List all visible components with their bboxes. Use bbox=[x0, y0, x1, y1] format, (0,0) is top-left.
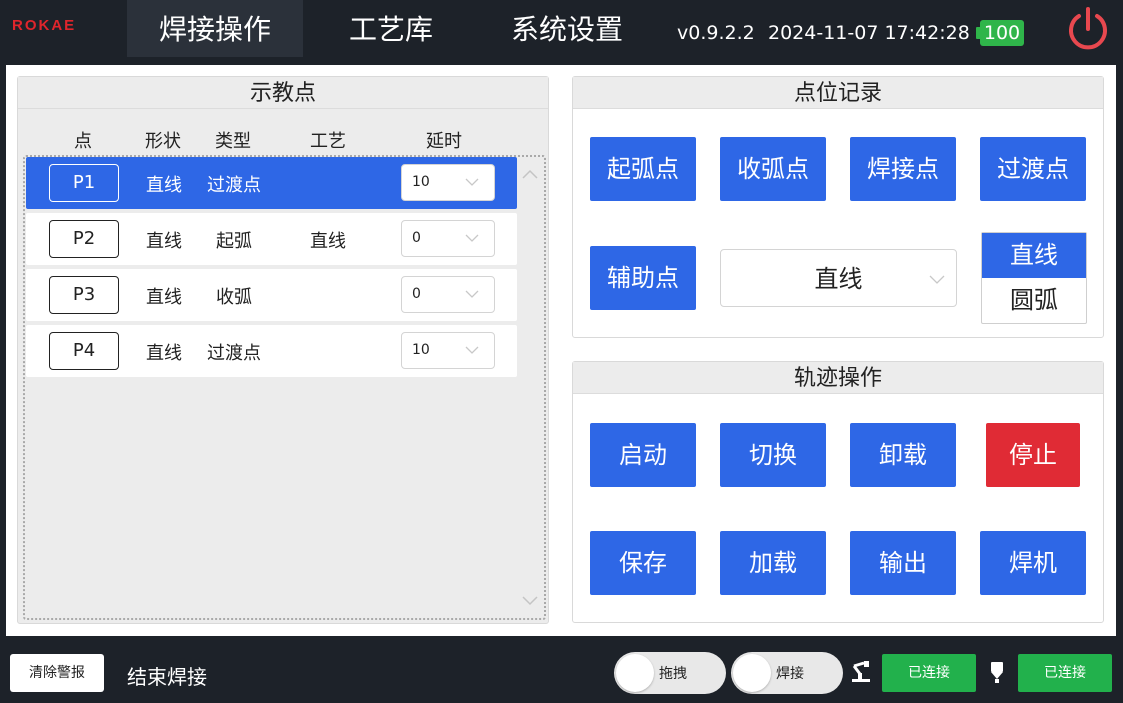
top-bar: ROKAE 焊接操作 工艺库 系统设置 v0.9.2.2 2024-11-07 … bbox=[0, 0, 1123, 57]
column-process: 工艺 bbox=[310, 131, 346, 152]
point-type: 起弧 bbox=[216, 231, 252, 252]
delay-select[interactable]: 10 bbox=[401, 332, 495, 369]
shape-select-value: 直线 bbox=[814, 265, 863, 293]
delay-value: 0 bbox=[412, 230, 421, 246]
point-type: 过渡点 bbox=[207, 343, 261, 364]
point-id: P1 bbox=[49, 164, 119, 202]
point-record-panel: 点位记录 起弧点 收弧点 焊接点 过渡点 辅助点 直线 直线 圆弧 bbox=[572, 76, 1104, 338]
teach-points-title: 示教点 bbox=[18, 77, 548, 109]
point-shape: 直线 bbox=[146, 287, 182, 308]
drag-toggle[interactable]: 拖拽 bbox=[614, 652, 726, 694]
robot-arm-icon bbox=[852, 661, 870, 682]
shape-select[interactable]: 直线 bbox=[720, 249, 957, 307]
toggle-knob bbox=[616, 654, 654, 692]
delay-value: 10 bbox=[412, 174, 430, 190]
chevron-down-icon bbox=[929, 275, 945, 284]
delay-select[interactable]: 0 bbox=[401, 220, 495, 257]
column-delay: 延时 bbox=[426, 131, 462, 152]
stop-button[interactable]: 停止 bbox=[986, 423, 1080, 487]
tab-welding-operation[interactable]: 焊接操作 bbox=[127, 0, 303, 57]
teach-points-list[interactable]: P1 直线 过渡点 10 P2 直线 起弧 直线 0 P3 直线 收弧 0 P4… bbox=[23, 155, 546, 620]
point-record-title: 点位记录 bbox=[573, 77, 1103, 109]
end-weld-label: 结束焊接 bbox=[127, 665, 207, 689]
rokae-logo: ROKAE bbox=[12, 17, 77, 34]
table-row-p4[interactable]: P4 直线 过渡点 10 bbox=[26, 325, 517, 377]
welder-connection-status[interactable]: 已连接 bbox=[1018, 654, 1112, 692]
table-row-p1[interactable]: P1 直线 过渡点 10 bbox=[26, 157, 517, 209]
point-type: 收弧 bbox=[216, 287, 252, 308]
point-shape: 直线 bbox=[146, 231, 182, 252]
column-type: 类型 bbox=[215, 131, 251, 152]
delay-select[interactable]: 10 bbox=[401, 164, 495, 201]
tab-system-settings[interactable]: 系统设置 bbox=[479, 0, 655, 57]
chevron-down-icon bbox=[465, 234, 479, 242]
switch-button[interactable]: 切换 bbox=[720, 423, 826, 487]
delay-value: 10 bbox=[412, 342, 430, 358]
scroll-down-icon[interactable] bbox=[521, 594, 539, 608]
trajectory-operation-panel: 轨迹操作 启动 切换 卸载 停止 保存 加载 输出 焊机 bbox=[572, 361, 1104, 623]
main-content: 示教点 点 形状 类型 工艺 延时 P1 直线 过渡点 10 P2 直线 起弧 bbox=[6, 65, 1116, 636]
unload-button[interactable]: 卸载 bbox=[850, 423, 956, 487]
point-shape: 直线 bbox=[146, 343, 182, 364]
point-shape: 直线 bbox=[146, 175, 182, 196]
welder-button[interactable]: 焊机 bbox=[980, 531, 1086, 595]
line-arc-toggle: 直线 圆弧 bbox=[981, 232, 1087, 324]
welder-torch-icon bbox=[991, 662, 1003, 683]
start-button[interactable]: 启动 bbox=[590, 423, 696, 487]
battery-level: 100 bbox=[980, 20, 1024, 46]
weld-point-button[interactable]: 焊接点 bbox=[850, 137, 956, 201]
drag-toggle-label: 拖拽 bbox=[659, 666, 687, 682]
export-button[interactable]: 输出 bbox=[850, 531, 956, 595]
teach-points-panel: 示教点 点 形状 类型 工艺 延时 P1 直线 过渡点 10 P2 直线 起弧 bbox=[17, 76, 549, 624]
robot-connection-status[interactable]: 已连接 bbox=[882, 654, 976, 692]
column-shape: 形状 bbox=[145, 131, 181, 152]
chevron-down-icon bbox=[465, 290, 479, 298]
load-button[interactable]: 加载 bbox=[720, 531, 826, 595]
tab-process-library[interactable]: 工艺库 bbox=[303, 0, 479, 57]
chevron-down-icon bbox=[465, 178, 479, 186]
arc-end-point-button[interactable]: 收弧点 bbox=[720, 137, 826, 201]
arc-start-point-button[interactable]: 起弧点 bbox=[590, 137, 696, 201]
trajectory-operation-title: 轨迹操作 bbox=[573, 362, 1103, 394]
point-id: P4 bbox=[49, 332, 119, 370]
bottom-bar: 清除警报 结束焊接 拖拽 焊接 已连接 已连接 bbox=[0, 643, 1123, 703]
scroll-up-icon[interactable] bbox=[521, 167, 539, 181]
point-id: P3 bbox=[49, 276, 119, 314]
save-button[interactable]: 保存 bbox=[590, 531, 696, 595]
delay-select[interactable]: 0 bbox=[401, 276, 495, 313]
weld-toggle[interactable]: 焊接 bbox=[731, 652, 843, 694]
version-label: v0.9.2.2 bbox=[677, 22, 755, 44]
datetime-label: 2024-11-07 17:42:28 bbox=[768, 22, 970, 44]
aux-point-button[interactable]: 辅助点 bbox=[590, 246, 696, 310]
segment-arc[interactable]: 圆弧 bbox=[982, 278, 1086, 323]
transition-point-button[interactable]: 过渡点 bbox=[980, 137, 1086, 201]
point-type: 过渡点 bbox=[207, 175, 261, 196]
chevron-down-icon bbox=[465, 346, 479, 354]
toggle-knob bbox=[733, 654, 771, 692]
segment-line[interactable]: 直线 bbox=[982, 233, 1086, 278]
power-icon[interactable] bbox=[1064, 5, 1112, 53]
point-id: P2 bbox=[49, 220, 119, 258]
column-point: 点 bbox=[74, 131, 92, 152]
table-row-p3[interactable]: P3 直线 收弧 0 bbox=[26, 269, 517, 321]
weld-toggle-label: 焊接 bbox=[776, 666, 804, 682]
delay-value: 0 bbox=[412, 286, 421, 302]
table-row-p2[interactable]: P2 直线 起弧 直线 0 bbox=[26, 213, 517, 265]
point-process: 直线 bbox=[310, 231, 346, 252]
clear-alarm-button[interactable]: 清除警报 bbox=[10, 654, 104, 692]
